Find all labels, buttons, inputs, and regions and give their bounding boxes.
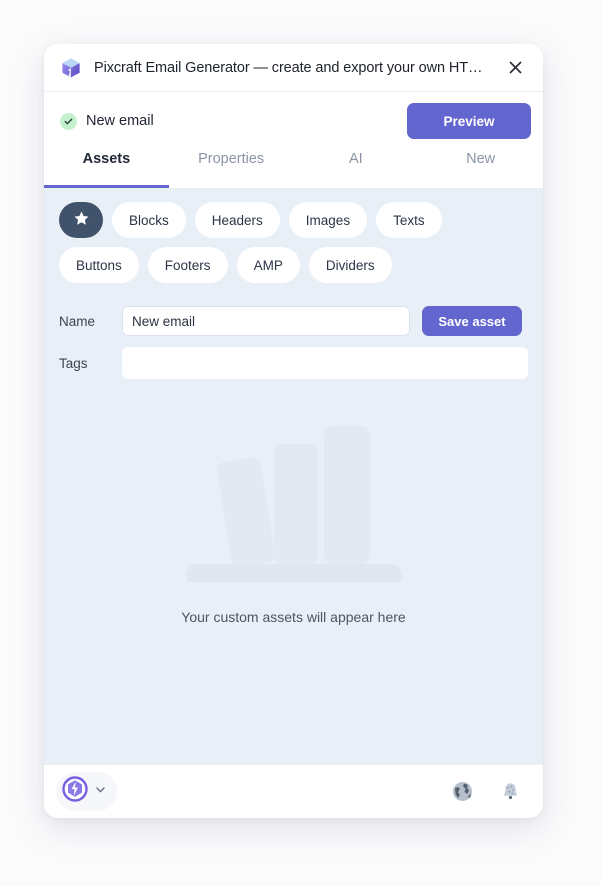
category-chip-favorites[interactable] <box>59 202 103 238</box>
save-asset-button[interactable]: Save asset <box>422 306 522 336</box>
tags-label: Tags <box>59 355 88 371</box>
name-input[interactable] <box>122 306 410 336</box>
tags-input[interactable] <box>122 347 528 379</box>
empty-state: Your custom assets will appear here <box>59 390 528 764</box>
category-chip-texts[interactable]: Texts <box>376 202 442 238</box>
category-chip-dividers[interactable]: Dividers <box>308 247 392 283</box>
category-chip-images[interactable]: Images <box>288 202 368 238</box>
name-row: Name Save asset <box>59 306 528 336</box>
tab-properties[interactable]: Properties <box>169 150 294 188</box>
asset-form: Name Save asset Tags <box>59 306 528 390</box>
bell-icon[interactable] <box>497 779 523 805</box>
globe-icon[interactable] <box>449 779 475 805</box>
account-badge-icon <box>62 776 88 807</box>
category-chip-buttons[interactable]: Buttons <box>59 247 139 283</box>
cube-logo-icon <box>60 57 82 79</box>
category-chip-footers[interactable]: Footers <box>147 247 228 283</box>
account-menu[interactable] <box>56 772 117 811</box>
category-chip-blocks[interactable]: Blocks <box>112 202 186 238</box>
check-circle-icon <box>60 112 77 130</box>
assets-panel: Blocks Headers Images Texts Buttons Foot… <box>44 188 543 764</box>
books-on-shelf-illustration <box>185 422 402 587</box>
name-label: Name <box>59 313 96 329</box>
tab-assets[interactable]: Assets <box>44 150 169 188</box>
document-bar: New email Preview <box>44 92 543 150</box>
footer-bar <box>44 764 543 818</box>
document-name: New email <box>86 113 154 129</box>
preview-button[interactable]: Preview <box>407 103 531 139</box>
tags-row: Tags <box>59 347 528 379</box>
category-chip-headers[interactable]: Headers <box>194 202 280 238</box>
tab-new[interactable]: New <box>418 150 543 188</box>
title-bar: Pixcraft Email Generator — create and ex… <box>44 44 543 92</box>
window-title: Pixcraft Email Generator — create and ex… <box>94 59 483 76</box>
chevron-down-icon <box>94 783 107 801</box>
close-icon[interactable] <box>501 54 529 82</box>
tab-ai[interactable]: AI <box>294 150 419 188</box>
category-chip-amp[interactable]: AMP <box>236 247 300 283</box>
category-filter-list: Blocks Headers Images Texts Buttons Foot… <box>59 202 528 283</box>
star-icon <box>73 210 90 230</box>
app-window: Pixcraft Email Generator — create and ex… <box>44 44 543 818</box>
tab-bar: Assets Properties AI New <box>44 150 543 188</box>
empty-state-message: Your custom assets will appear here <box>181 609 406 625</box>
